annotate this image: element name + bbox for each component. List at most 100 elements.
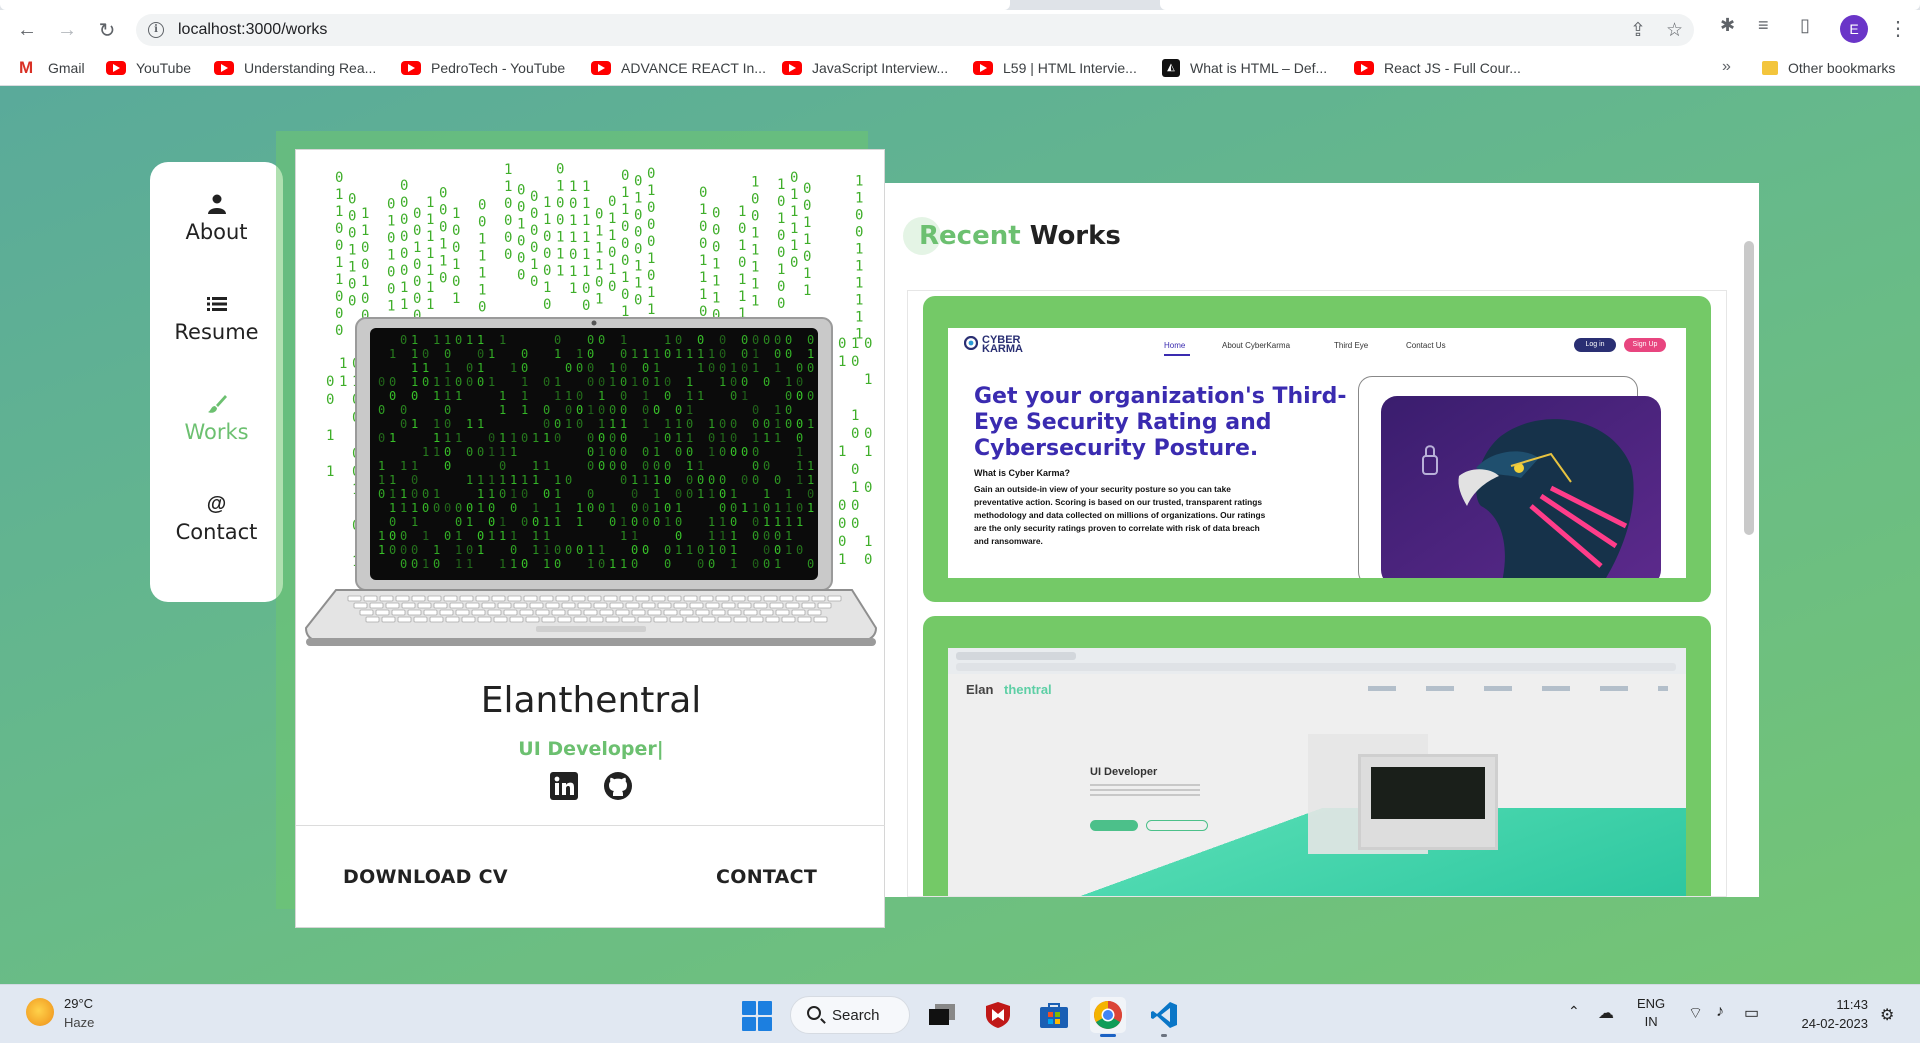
more-bookmarks-chevron-icon[interactable]: » xyxy=(1722,58,1731,76)
nav-about[interactable]: About xyxy=(150,192,283,244)
back-arrow-icon[interactable]: ← xyxy=(14,17,40,43)
youtube-icon xyxy=(214,61,234,75)
site-info-icon[interactable]: i xyxy=(148,22,164,38)
ck-nav-third-eye: Third Eye xyxy=(1334,341,1369,350)
project-card-cyberkarma[interactable]: CYBER KARMA Home About CyberKarma Third … xyxy=(923,296,1711,602)
keyboard-key xyxy=(535,609,550,616)
binary-digit: 0 xyxy=(439,186,447,202)
active-tab[interactable] xyxy=(0,0,1010,10)
binary-digit: 0 xyxy=(348,294,356,310)
p2-cv-button xyxy=(1146,820,1208,831)
volume-icon[interactable]: ♪ xyxy=(1716,1003,1724,1021)
binary-digit: 1 xyxy=(699,202,707,218)
share-icon[interactable]: ⇪ xyxy=(1630,19,1646,42)
battery-icon[interactable]: ▭ xyxy=(1744,1003,1759,1023)
media-queue-icon[interactable]: ≡ xyxy=(1758,15,1769,36)
nav-works[interactable]: Works xyxy=(150,392,283,444)
profile-avatar[interactable]: E xyxy=(1840,15,1868,43)
linkedin-icon[interactable] xyxy=(548,770,580,802)
reload-icon[interactable]: ↻ xyxy=(94,17,120,43)
project-screenshot-portfolio[interactable]: Elan thentral UI Developer xyxy=(948,648,1686,896)
binary-digit: 0 xyxy=(569,247,577,263)
binary-digit: 0 xyxy=(763,543,770,557)
vscode-icon[interactable] xyxy=(1146,997,1182,1037)
project-card-portfolio[interactable]: Elan thentral UI Developer xyxy=(923,616,1711,896)
mcafee-icon[interactable] xyxy=(980,997,1016,1033)
binary-digit: 1 xyxy=(653,501,660,515)
weather-description[interactable]: Haze xyxy=(64,1015,94,1030)
side-navigation: About Resume Works @ Contact xyxy=(150,162,283,602)
bookmark-advance-react[interactable]: ADVANCE REACT In... xyxy=(591,58,766,78)
network-status-icon[interactable]: ☁ xyxy=(1598,1003,1614,1023)
bookmark-star-icon[interactable]: ☆ xyxy=(1666,19,1683,42)
bookmark-gmail[interactable]: Gmail xyxy=(18,58,85,78)
works-scrollbar[interactable] xyxy=(1744,241,1754,535)
binary-digit: 0 xyxy=(751,192,759,208)
chrome-icon[interactable] xyxy=(1090,997,1126,1037)
binary-digit: 1 xyxy=(647,251,655,267)
p2-laptop-screen xyxy=(1371,767,1485,819)
binary-digit: 1 xyxy=(864,444,872,460)
wifi-icon[interactable]: ⌔ xyxy=(1688,1003,1703,1023)
bookmark-understanding-react[interactable]: Understanding Rea... xyxy=(214,58,376,78)
binary-digit: 1 xyxy=(556,263,564,279)
binary-digit: 0 xyxy=(444,445,451,459)
show-hidden-icons-chevron-icon[interactable]: ⌃ xyxy=(1568,1003,1580,1020)
bookmark-pedrotech[interactable]: PedroTech - YouTube xyxy=(401,58,565,78)
address-bar[interactable]: i localhost:3000/works ⇪ ☆ xyxy=(136,14,1694,46)
system-clock[interactable]: 11:43 24-02-2023 xyxy=(1788,995,1869,1033)
keyboard-key xyxy=(541,616,556,623)
binary-digit: 1 xyxy=(499,473,506,487)
input-language[interactable]: ENG IN xyxy=(1637,995,1665,1031)
extensions-puzzle-icon[interactable]: ✱ xyxy=(1720,15,1735,36)
bookmark-html-interview[interactable]: L59 | HTML Intervie... xyxy=(973,58,1137,78)
download-cv-button[interactable]: DOWNLOAD CV xyxy=(343,866,508,888)
binary-digit: 1 xyxy=(389,473,396,487)
binary-digit: 0 xyxy=(851,498,859,514)
binary-digit: 1 xyxy=(576,347,583,361)
binary-digit: 1 xyxy=(411,375,418,389)
binary-digit: 1 xyxy=(556,229,564,245)
binary-digit: 0 xyxy=(807,333,814,347)
inactive-tab[interactable] xyxy=(1160,0,1920,10)
binary-digit: 1 xyxy=(777,177,785,193)
bookmark-javascript-interview[interactable]: JavaScript Interview... xyxy=(782,58,948,78)
binary-digit: 1 xyxy=(785,375,792,389)
side-panel-icon[interactable]: ▯ xyxy=(1800,15,1810,36)
notifications-icon[interactable]: ⚙ xyxy=(1880,1005,1894,1025)
url-text[interactable]: localhost:3000/works xyxy=(178,21,327,39)
taskbar-search[interactable]: Search xyxy=(790,996,910,1034)
binary-digit: 0 xyxy=(477,375,484,389)
binary-digit: 0 xyxy=(647,268,655,284)
keyboard-key xyxy=(397,616,412,623)
github-icon[interactable] xyxy=(602,770,634,802)
binary-digit: 1 xyxy=(543,195,551,211)
nav-resume[interactable]: Resume xyxy=(150,292,283,344)
webcam-dot xyxy=(591,320,597,326)
weather-temperature[interactable]: 29°C xyxy=(64,996,93,1011)
binary-digit: 0 xyxy=(774,473,781,487)
bookmark-react-full-course[interactable]: React JS - Full Cour... xyxy=(1354,58,1521,78)
bookmark-what-is-html[interactable]: ◭ What is HTML – Def... xyxy=(1162,58,1327,78)
weather-sun-icon[interactable] xyxy=(26,998,54,1026)
contact-button[interactable]: CONTACT xyxy=(716,866,817,888)
binary-digit: 0 xyxy=(609,445,616,459)
other-bookmarks[interactable]: Other bookmarks xyxy=(1762,58,1895,78)
binary-digit: 0 xyxy=(647,234,655,250)
binary-digit: 1 xyxy=(752,347,759,361)
binary-digit: 1 xyxy=(389,431,396,445)
cyberkarma-logo-icon xyxy=(964,336,978,350)
bookmark-youtube[interactable]: YouTube xyxy=(106,58,191,78)
works-list[interactable]: CYBER KARMA Home About CyberKarma Third … xyxy=(907,290,1727,897)
task-view-icon[interactable] xyxy=(924,997,960,1033)
binary-digit: 1 xyxy=(477,501,484,515)
windows-start-icon[interactable] xyxy=(742,1001,772,1031)
nav-contact[interactable]: @ Contact xyxy=(150,492,283,545)
project-screenshot-cyberkarma[interactable]: CYBER KARMA Home About CyberKarma Third … xyxy=(948,328,1686,578)
forward-arrow-icon[interactable]: → xyxy=(54,17,80,43)
browser-menu-icon[interactable]: ⋮ xyxy=(1888,14,1908,44)
keyboard-key xyxy=(699,595,714,602)
binary-digit: 0 xyxy=(653,403,660,417)
binary-digit: 0 xyxy=(620,389,627,403)
microsoft-store-icon[interactable] xyxy=(1036,997,1072,1033)
